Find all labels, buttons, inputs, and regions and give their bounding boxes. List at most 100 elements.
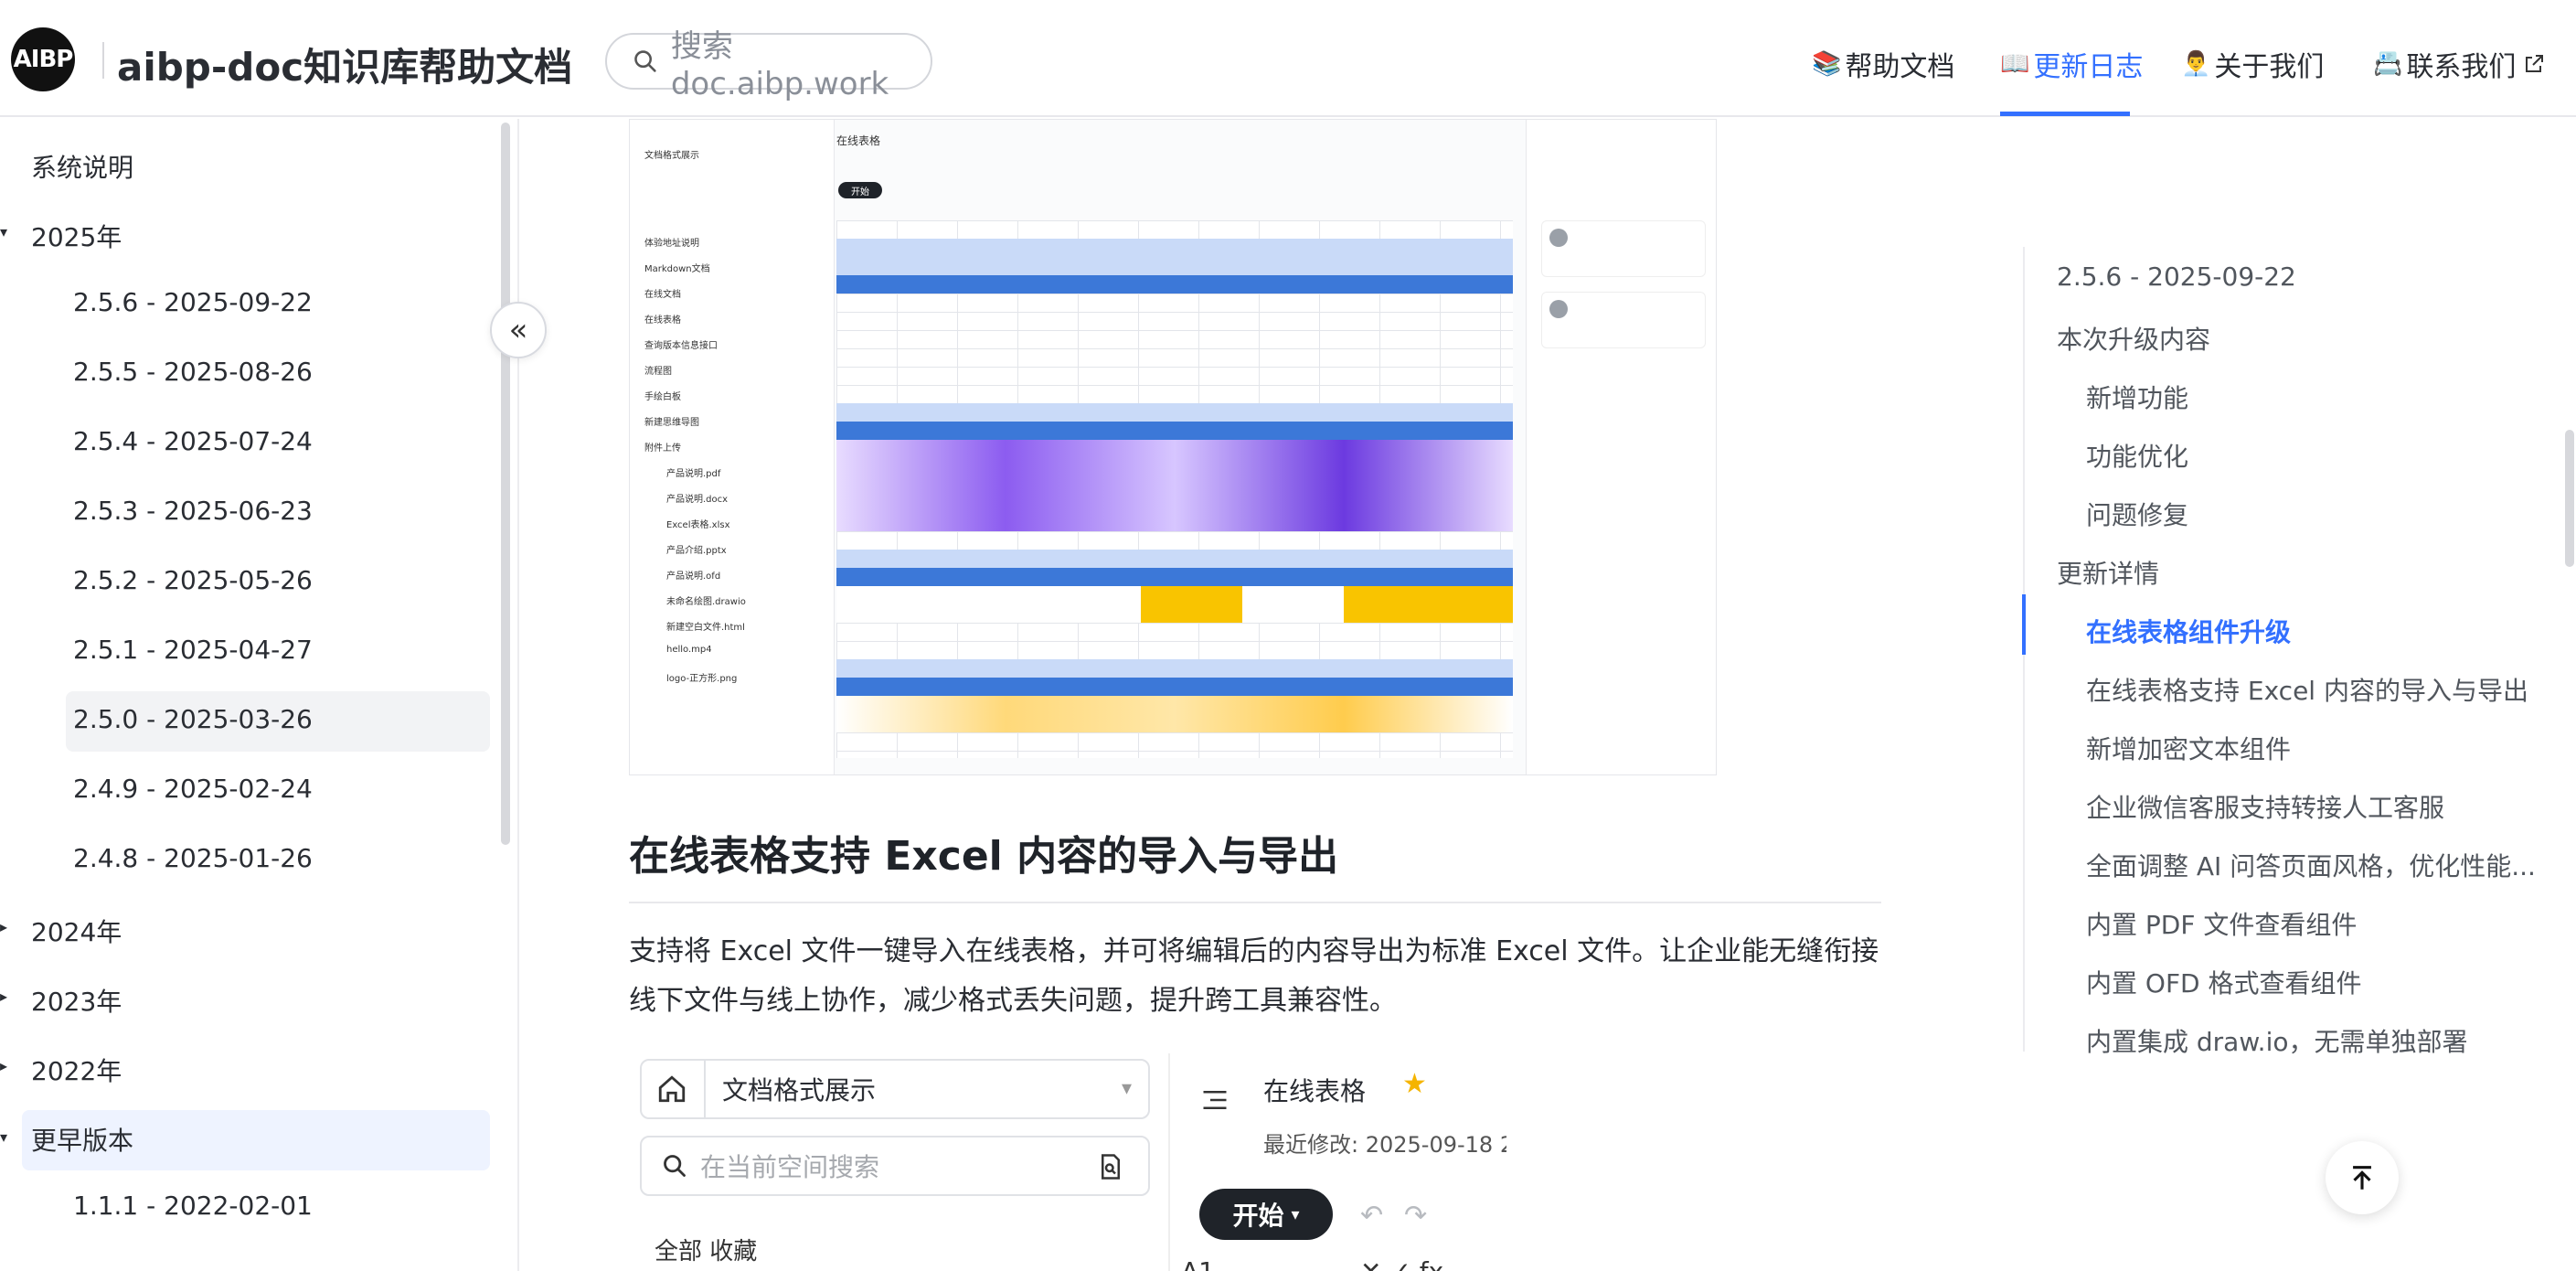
toc-item[interactable]: 在线表格支持 Excel 内容的导入与导出: [2086, 671, 2528, 708]
tree-row: 附件上传: [644, 443, 681, 454]
cell-reference: A1: [1181, 1256, 1215, 1271]
sidebar-item-label: 2022年: [31, 1056, 122, 1086]
active-nav-underline: [2000, 112, 2130, 116]
tree-row: 未命名绘图.drawio: [666, 597, 746, 607]
heading-divider: [629, 902, 1881, 903]
menu-indent-icon: [1203, 1091, 1227, 1109]
last-modified: 最近修改: 2025-09-18 2: [1263, 1132, 1506, 1158]
toc-item[interactable]: 内置 OFD 格式查看组件: [2086, 964, 2362, 1000]
grid-band: [836, 604, 1513, 623]
search-icon: [664, 1155, 686, 1177]
sidebar-item-system[interactable]: 系统说明: [31, 148, 133, 185]
arrow-up-icon: [2353, 1166, 2371, 1190]
file-tree-panel: 文档格式展示 体验地址说明 Markdown文档 在线文档 在线表格 查询版本信…: [630, 120, 835, 774]
file-search-icon: [1102, 1154, 1120, 1180]
sidebar-item-2024[interactable]: ▸ 2024年: [0, 913, 122, 949]
tree-row: 产品说明.docx: [666, 495, 729, 505]
double-chevron-left-icon: «: [508, 312, 528, 348]
comment-card: [1541, 220, 1706, 277]
site-logo[interactable]: AIBP: [11, 27, 75, 91]
avatar: [1549, 229, 1568, 247]
sidebar-item-2025[interactable]: ▾ 2025年: [0, 218, 122, 254]
grid-band: [836, 403, 1513, 422]
sidebar-item-2-5-5[interactable]: 2.5.5 - 2025-08-26: [73, 357, 313, 387]
sidebar-item-2-5-2[interactable]: 2.5.2 - 2025-05-26: [73, 565, 313, 595]
header-divider: [102, 42, 104, 79]
sidebar-item-label: 2025年: [31, 222, 122, 252]
page-scrollbar[interactable]: [2565, 430, 2574, 567]
tree-row: 产品介绍.pptx: [666, 546, 727, 556]
toc-item[interactable]: 企业微信客服支持转接人工客服: [2086, 788, 2444, 825]
nav-help-docs[interactable]: 📚 帮助文档: [1812, 44, 1954, 84]
sidebar-item-2-5-6[interactable]: 2.5.6 - 2025-09-22: [73, 287, 313, 317]
doc-name: 在线表格: [1263, 1076, 1367, 1106]
sidebar-item-2-4-9[interactable]: 2.4.9 - 2025-02-24: [73, 774, 313, 804]
toc-item-active[interactable]: 在线表格组件升级: [2086, 613, 2291, 649]
left-sidebar: 系统说明 ▾ 2025年 2.5.6 - 2025-09-22 2.5.5 - …: [0, 119, 516, 1271]
sidebar-item-2-5-3[interactable]: 2.5.3 - 2025-06-23: [73, 496, 313, 526]
grid-band: [836, 586, 1513, 604]
sidebar-item-label: 2024年: [31, 917, 122, 947]
avatar: [1549, 300, 1568, 318]
caret-right-icon: ▸: [0, 918, 8, 935]
toc-item[interactable]: 更新详情: [2057, 554, 2159, 591]
caret-right-icon: ▸: [0, 988, 8, 1005]
section-paragraph: 支持将 Excel 文件一键导入在线表格，并可将编辑后的内容导出为标准 Exce…: [629, 935, 1879, 1017]
toc-item[interactable]: 问题修复: [2086, 496, 2188, 532]
section-heading: 在线表格支持 Excel 内容的导入与导出: [629, 833, 1339, 880]
search-box[interactable]: 搜索doc.aibp.work: [605, 28, 932, 102]
nav-changelog[interactable]: 📖 更新日志: [2000, 44, 2143, 84]
grid-band: [836, 696, 1513, 732]
toc-item[interactable]: 内置集成 draw.io，无需单独部署: [2086, 1022, 2468, 1059]
collapse-sidebar-button[interactable]: «: [490, 302, 547, 358]
sidebar-border: [517, 119, 519, 1271]
chevron-down-icon: ▾: [1291, 1204, 1300, 1224]
tree-row: 新建空白文件.html: [666, 623, 745, 633]
divider: [1168, 1053, 1170, 1271]
sidebar-item-2-5-4[interactable]: 2.5.4 - 2025-07-24: [73, 426, 313, 456]
toc-item[interactable]: 2.5.6 - 2025-09-22: [2057, 262, 2296, 292]
sidebar-item-label: 2023年: [31, 987, 122, 1017]
toc-item[interactable]: 新增功能: [2086, 379, 2188, 415]
home-icon: [658, 1075, 686, 1103]
caret-down-icon: ▾: [0, 1128, 8, 1146]
grid-band: [836, 275, 1513, 294]
star-icon: ★: [1402, 1068, 1427, 1100]
tree-row: 新建思维导图: [644, 418, 699, 428]
nav-label: 帮助文档: [1845, 51, 1955, 83]
toc-item[interactable]: 全面调整 AI 问答页面风格，优化性能...: [2086, 847, 2536, 883]
spreadsheet-screenshot: 文档格式展示 体验地址说明 Markdown文档 在线文档 在线表格 查询版本信…: [629, 119, 1717, 775]
sidebar-item-2-5-0[interactable]: 2.5.0 - 2025-03-26: [66, 691, 490, 752]
site-title[interactable]: aibp-doc知识库帮助文档: [117, 37, 572, 92]
tree-row: 文档格式展示: [644, 151, 699, 161]
chevron-down-icon: ▾: [1121, 1077, 1132, 1100]
start-label: 开始: [1232, 1201, 1284, 1231]
tree-row: 产品说明.ofd: [666, 571, 721, 582]
nav-contact-us[interactable]: 📇 联系我们: [2373, 44, 2545, 84]
sidebar-item-2-5-1[interactable]: 2.5.1 - 2025-04-27: [73, 635, 313, 665]
sidebar-item-2022[interactable]: ▸ 2022年: [0, 1052, 122, 1088]
open-book-icon: 📖: [2000, 50, 2030, 78]
sidebar-scrollbar[interactable]: [501, 123, 510, 845]
grid-band: [836, 440, 1513, 531]
nav-label: 联系我们: [2406, 51, 2517, 83]
sidebar-item-2-4-8[interactable]: 2.4.8 - 2025-01-26: [73, 843, 313, 873]
formula-icons: ✕ ✓ fx: [1360, 1256, 1443, 1271]
toc-item[interactable]: 新增加密文本组件: [2086, 730, 2291, 766]
toc-item[interactable]: 功能优化: [2086, 437, 2188, 474]
search-icon: [634, 50, 656, 72]
nav-about-us[interactable]: 👨‍💼 关于我们: [2181, 44, 2324, 84]
books-icon: 📚: [1812, 50, 1842, 78]
sidebar-item-2023[interactable]: ▸ 2023年: [0, 982, 122, 1019]
tree-row: Excel表格.xlsx: [666, 520, 730, 530]
toc-item[interactable]: 内置 PDF 文件查看组件: [2086, 905, 2357, 942]
tree-row: 在线表格: [644, 315, 681, 326]
sidebar-item-1-1-1[interactable]: 1.1.1 - 2022-02-01: [73, 1191, 313, 1221]
tree-row: 体验地址说明: [644, 239, 699, 249]
back-to-top-button[interactable]: [2326, 1141, 2399, 1214]
top-header: AIBP aibp-doc知识库帮助文档 搜索doc.aibp.work 📚 帮…: [0, 0, 2576, 117]
sidebar-item-earlier[interactable]: ▾ 更早版本: [0, 1110, 490, 1170]
nav-label: 关于我们: [2214, 51, 2325, 83]
start-menu-button: 开始 ▾: [1199, 1189, 1333, 1240]
toc-item[interactable]: 本次升级内容: [2057, 320, 2210, 357]
